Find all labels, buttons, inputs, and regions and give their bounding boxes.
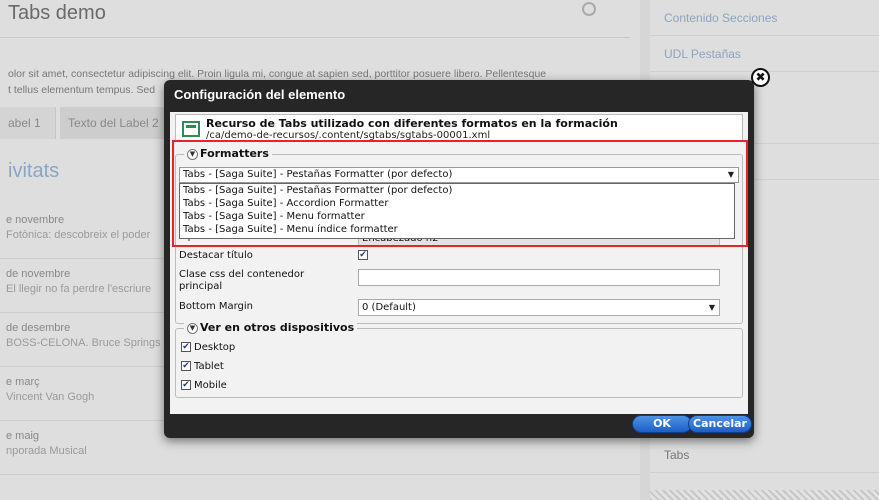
device-label: Mobile <box>194 380 227 391</box>
element-config-dialog: Configuración del elemento Recurso de Ta… <box>164 80 754 438</box>
device-tablet[interactable]: ✔ Tablet <box>181 361 224 372</box>
sidebar-item-tabs[interactable]: Tabs <box>650 437 879 473</box>
formatter-option[interactable]: Tabs - [Saga Suite] - Menu formatter <box>180 210 734 223</box>
collapse-icon[interactable]: ▼ <box>187 148 198 160</box>
formatter-option[interactable]: Tabs - [Saga Suite] - Menu índice format… <box>180 223 734 236</box>
formatter-select[interactable]: Tabs - [Saga Suite] - Pestañas Formatter… <box>179 167 739 183</box>
device-desktop[interactable]: ✔ Desktop <box>181 342 235 353</box>
formatters-legend-label: Formatters <box>200 147 269 160</box>
device-label: Tablet <box>194 361 224 372</box>
highlight-title-checkbox[interactable]: ✔ <box>358 250 368 260</box>
container-css-input[interactable] <box>358 269 720 286</box>
devices-legend-label: Ver en otros dispositivos <box>200 321 355 334</box>
dialog-body: Recurso de Tabs utilizado con diferentes… <box>170 112 748 414</box>
close-icon[interactable]: ✖ <box>751 68 770 87</box>
sidebar-item-udl-pestanas[interactable]: UDL Pestañas <box>650 36 879 72</box>
tab-label-1[interactable]: abel 1 <box>0 107 56 139</box>
chevron-down-icon: ▼ <box>727 170 734 179</box>
mobile-checkbox[interactable]: ✔ <box>181 380 191 390</box>
collapse-icon[interactable]: ▼ <box>187 322 198 334</box>
formatters-legend[interactable]: ▼ Formatters <box>184 147 272 160</box>
title-divider <box>0 37 630 38</box>
device-mobile[interactable]: ✔ Mobile <box>181 380 227 391</box>
devices-fieldset: ▼ Ver en otros dispositivos ✔ Desktop ✔ Tab… <box>175 321 743 398</box>
formatter-option[interactable]: Tabs - [Saga Suite] - Accordion Formatte… <box>180 197 734 210</box>
formatter-selected-value: Tabs - [Saga Suite] - Pestañas Formatter… <box>183 169 453 180</box>
resource-file-icon <box>182 121 200 137</box>
container-css-label: Clase css del contenedor principal <box>179 269 305 292</box>
intro-line-2: t tellus elementum tempus. Sed <box>8 84 156 96</box>
bottom-margin-select[interactable]: 0 (Default) ▼ <box>358 299 720 316</box>
ok-button[interactable]: OK <box>632 415 692 433</box>
formatter-options-list: Tabs - [Saga Suite] - Pestañas Formatter… <box>179 183 735 239</box>
chevron-down-icon: ▼ <box>708 303 715 312</box>
bottom-margin-value: 0 (Default) <box>362 302 416 313</box>
dialog-title: Configuración del elemento <box>174 87 346 102</box>
event-desc: nporada Musical <box>6 445 87 457</box>
device-label: Desktop <box>194 342 236 353</box>
intro-line-1: olor sit amet, consectetur adipiscing el… <box>8 68 547 80</box>
section-title: ivitats <box>8 160 60 182</box>
desktop-checkbox[interactable]: ✔ <box>181 342 191 352</box>
decorative-stripe <box>650 490 879 500</box>
cancel-button[interactable]: Cancelar <box>688 415 752 433</box>
highlight-title-label: Destacar título <box>179 250 253 261</box>
resource-path: /ca/demo-de-recursos/.content/sgtabs/sgt… <box>206 130 491 141</box>
resource-title: Recurso de Tabs utilizado con diferentes… <box>206 117 618 130</box>
tablet-checkbox[interactable]: ✔ <box>181 361 191 371</box>
resource-info: Recurso de Tabs utilizado con diferentes… <box>175 114 743 142</box>
formatters-fieldset: ▼ Formatters Tabs - [Saga Suite] - Pestañ… <box>175 147 743 324</box>
settings-circle-icon[interactable] <box>582 2 596 16</box>
bottom-margin-label: Bottom Margin <box>179 301 254 312</box>
tab-label-2[interactable]: Texto del Label 2 <box>60 107 170 139</box>
page-title: Tabs demo <box>8 2 106 24</box>
devices-legend[interactable]: ▼ Ver en otros dispositivos <box>184 321 358 334</box>
sidebar-item-contenido-secciones[interactable]: Contenido Secciones <box>650 0 879 36</box>
formatter-option[interactable]: Tabs - [Saga Suite] - Pestañas Formatter… <box>180 184 734 197</box>
